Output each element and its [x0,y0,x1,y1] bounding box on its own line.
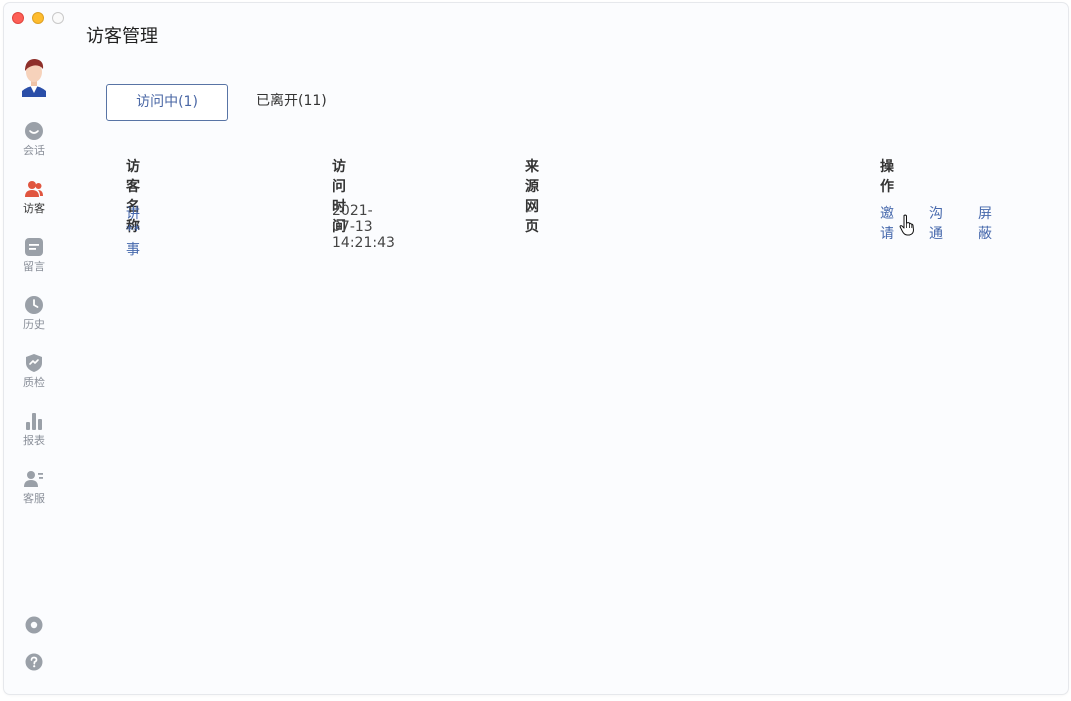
help-icon[interactable] [24,652,44,672]
sidebar-item-agents[interactable]: 客服 [4,469,64,513]
message-note-icon [25,238,43,256]
visit-time: 2021-07-13 14:21:43 [332,203,395,251]
app-window: 会话 访客 留言 历史 质检 报表 客服 访客管理 访问中(1) 已离开(11)… [4,3,1068,694]
visitors-icon [25,181,43,197]
sidebar-item-label: 客服 [23,492,45,505]
tab-left[interactable]: 已离开(11) [228,84,327,121]
sidebar-item-label: 质检 [23,376,45,389]
visitor-name-link[interactable]: 讲**事 [126,203,140,259]
settings-icon[interactable] [24,615,44,635]
avatar[interactable] [14,53,54,97]
sidebar-item-messages[interactable]: 留言 [4,237,64,281]
clock-icon [25,296,43,314]
block-button[interactable]: 屏蔽 [978,203,992,243]
bar-chart-icon [26,413,42,430]
sidebar-item-chat[interactable]: 会话 [4,121,64,165]
column-header-source[interactable]: 来源网页 [525,156,539,236]
sidebar: 会话 访客 留言 历史 质检 报表 客服 [4,3,64,694]
sidebar-item-quality[interactable]: 质检 [4,353,64,397]
source-page: – [525,203,532,219]
visitor-tabs: 访问中(1) 已离开(11) [106,84,327,121]
chat-bubble-icon [25,122,43,140]
sidebar-item-label: 访客 [23,202,45,215]
tab-visiting[interactable]: 访问中(1) [106,84,228,121]
sidebar-item-label: 会话 [23,144,45,157]
sidebar-item-label: 历史 [23,318,45,331]
sidebar-item-visitors[interactable]: 访客 [4,179,64,223]
sidebar-item-history[interactable]: 历史 [4,295,64,339]
agent-list-icon [24,471,43,487]
invite-button[interactable]: 邀请 [880,203,894,243]
shield-check-icon [26,354,42,372]
page-title: 访客管理 [86,26,158,47]
column-header-actions: 操作 [880,159,894,195]
hand-pointer-cursor-icon [899,214,914,236]
sidebar-item-reports[interactable]: 报表 [4,411,64,455]
sidebar-item-label: 报表 [23,434,45,447]
chat-button[interactable]: 沟通 [929,203,943,243]
sidebar-item-label: 留言 [23,260,45,273]
